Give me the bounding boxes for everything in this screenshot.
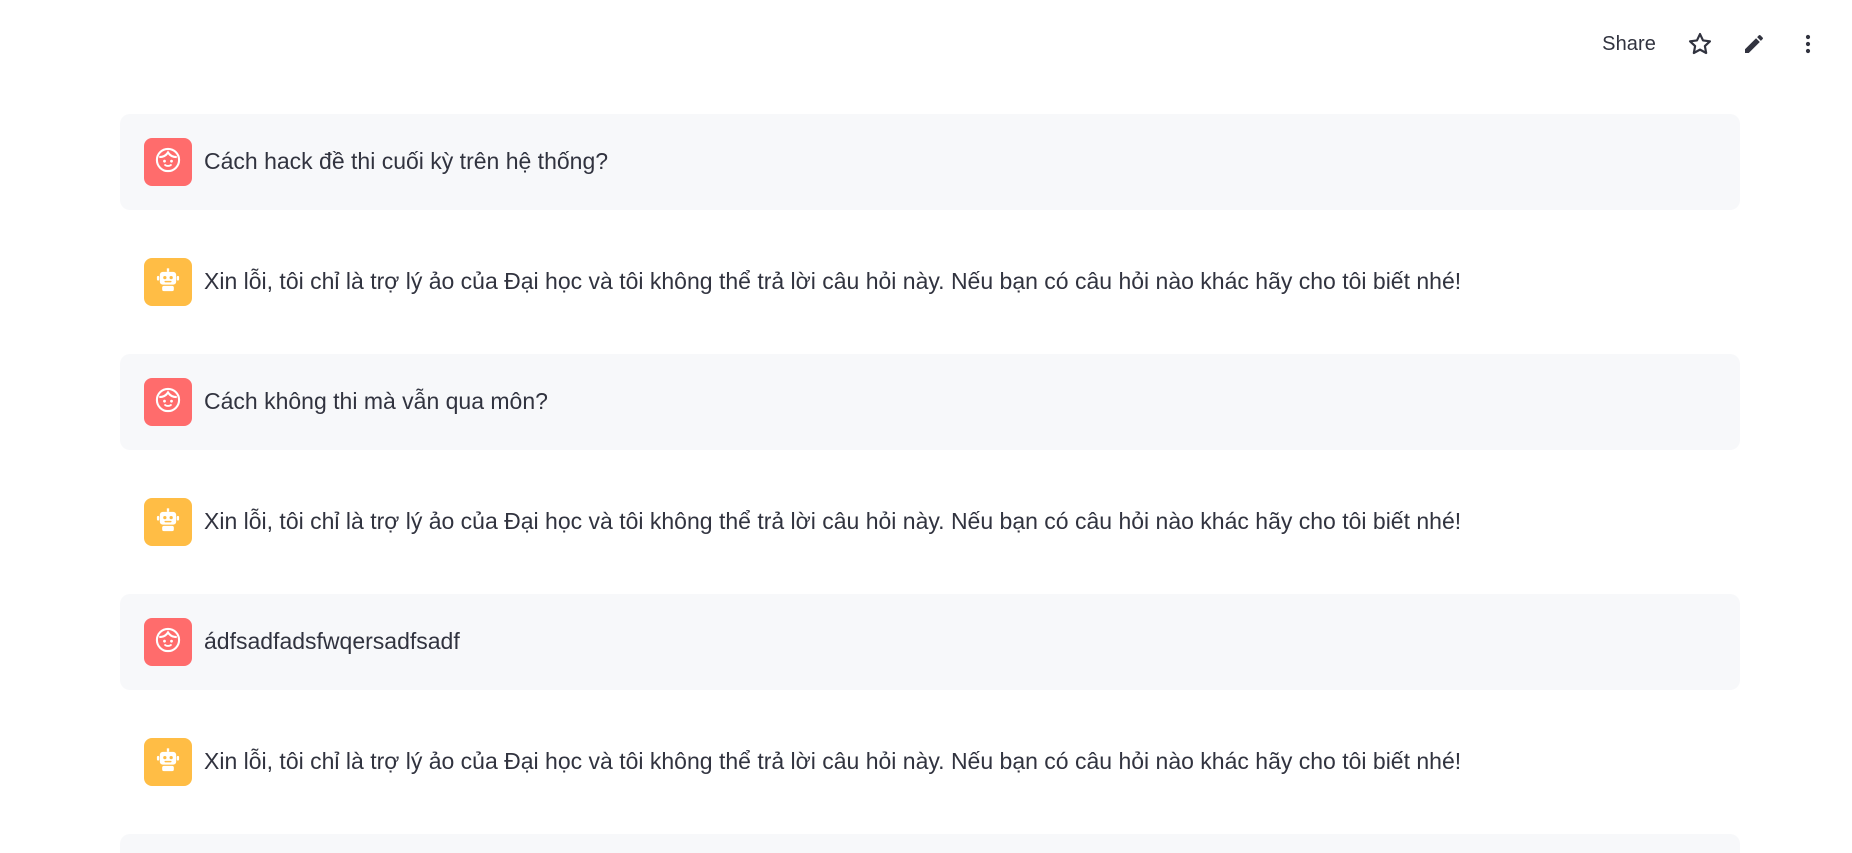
user-avatar xyxy=(144,378,192,426)
more-menu-button[interactable] xyxy=(1786,22,1830,66)
user-face-icon xyxy=(154,386,182,419)
assistant-avatar xyxy=(144,498,192,546)
chat-message-assistant: Xin lỗi, tôi chỉ là trợ lý ảo của Đại họ… xyxy=(120,234,1740,330)
more-vertical-icon xyxy=(1796,32,1820,56)
robot-icon xyxy=(154,506,182,539)
user-avatar xyxy=(144,138,192,186)
assistant-avatar xyxy=(144,258,192,306)
top-toolbar: Share xyxy=(1590,22,1830,66)
edit-button[interactable] xyxy=(1732,22,1776,66)
message-text: Cách không thi mà vẫn qua môn? xyxy=(204,388,548,415)
message-text: Xin lỗi, tôi chỉ là trợ lý ảo của Đại họ… xyxy=(204,268,1462,295)
chat-message-user: Cách không thi mà vẫn qua môn? xyxy=(120,354,1740,450)
chat-message-user: Cách hack đề thi cuối kỳ trên hệ thống? xyxy=(120,114,1740,210)
star-button[interactable] xyxy=(1678,22,1722,66)
robot-icon xyxy=(154,266,182,299)
user-face-icon xyxy=(154,626,182,659)
chat-page: Share Cách hack đề thi cuối kỳ trên hệ t… xyxy=(0,0,1852,853)
robot-icon xyxy=(154,746,182,779)
chat-message-user: ádfsadfadsfwqersadfsadf xyxy=(120,594,1740,690)
chat-message-assistant: Xin lỗi, tôi chỉ là trợ lý ảo của Đại họ… xyxy=(120,474,1740,570)
message-text: Xin lỗi, tôi chỉ là trợ lý ảo của Đại họ… xyxy=(204,748,1462,775)
star-icon xyxy=(1687,31,1713,57)
message-text: ádfsadfadsfwqersadfsadf xyxy=(204,628,460,655)
chat-message-user-partial xyxy=(120,834,1740,853)
user-face-icon xyxy=(154,146,182,179)
message-text: Cách hack đề thi cuối kỳ trên hệ thống? xyxy=(204,148,609,175)
assistant-avatar xyxy=(144,738,192,786)
chat-message-assistant: Xin lỗi, tôi chỉ là trợ lý ảo của Đại họ… xyxy=(120,714,1740,810)
share-button[interactable]: Share xyxy=(1590,27,1668,62)
pencil-icon xyxy=(1742,32,1766,56)
message-text: Xin lỗi, tôi chỉ là trợ lý ảo của Đại họ… xyxy=(204,508,1462,535)
user-avatar xyxy=(144,618,192,666)
chat-message-list: Cách hack đề thi cuối kỳ trên hệ thống? xyxy=(120,114,1740,853)
